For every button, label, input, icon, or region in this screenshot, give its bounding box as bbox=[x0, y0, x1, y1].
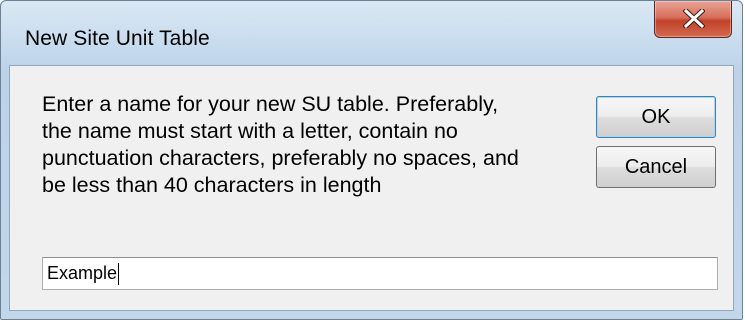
window-title: New Site Unit Table bbox=[25, 27, 210, 50]
text-caret bbox=[118, 262, 120, 285]
prompt-text: Enter a name for your new SU table. Pref… bbox=[42, 92, 519, 197]
table-name-value: Example bbox=[47, 263, 118, 283]
close-button[interactable] bbox=[654, 1, 732, 38]
ok-button[interactable]: OK bbox=[596, 96, 716, 138]
close-icon bbox=[683, 9, 705, 28]
dialog-body: Enter a name for your new SU table. Pref… bbox=[9, 65, 734, 311]
dialog-window: New Site Unit Table Enter a name for you… bbox=[0, 0, 743, 320]
table-name-input[interactable]: Example bbox=[42, 257, 718, 290]
title-bar[interactable]: New Site Unit Table bbox=[1, 1, 742, 65]
cancel-button[interactable]: Cancel bbox=[596, 146, 716, 188]
